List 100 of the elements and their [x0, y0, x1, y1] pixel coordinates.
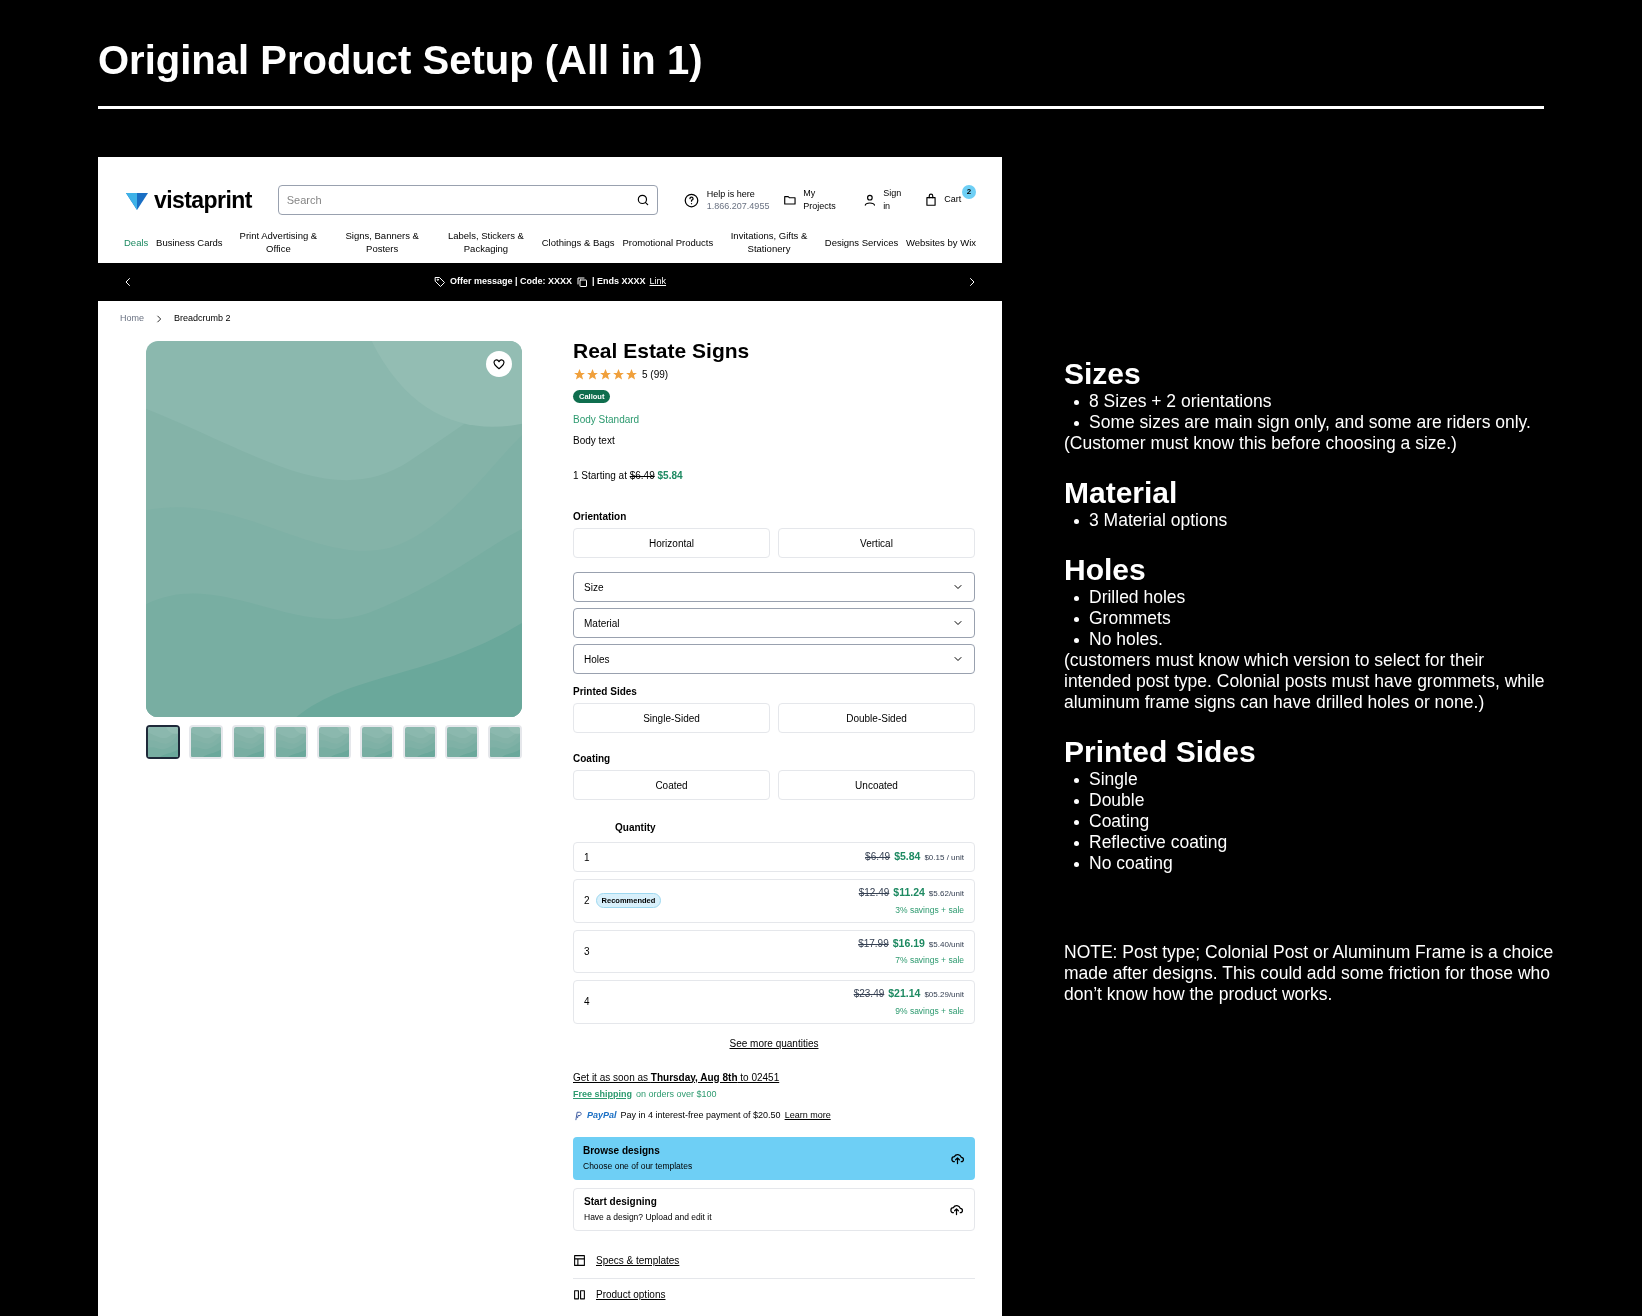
paypal-logo: PayPal [587, 1109, 617, 1122]
note-heading: Printed Sides [1064, 735, 1257, 769]
bullet-icon [1074, 617, 1079, 622]
quantity-number: 4 [584, 995, 590, 1010]
thumbnail[interactable] [146, 725, 180, 759]
paypal-icon [573, 1110, 583, 1121]
sale-price: $11.24 [893, 885, 925, 900]
tag-icon [433, 276, 446, 288]
option-button[interactable]: Coated [573, 770, 770, 800]
design-option-card[interactable]: Start designing Have a design? Upload and edit it [573, 1187, 975, 1231]
header-link[interactable]: Cart [924, 193, 962, 207]
logo-text[interactable]: vistaprint [154, 182, 252, 218]
quantity-row[interactable]: 1 $6.49 $5.84 $0.15 / unit [573, 842, 975, 872]
copy-icon[interactable] [576, 276, 588, 288]
offer-ends: | Ends XXXX [592, 275, 646, 289]
info-link[interactable]: Product options [596, 1286, 666, 1302]
original-price: $6.49 [865, 850, 891, 865]
unit-price: $0.15 / unit [924, 852, 964, 865]
nav-tab[interactable]: Signs, Banners & Posters [334, 229, 431, 255]
breadcrumb-link[interactable]: Home [120, 312, 144, 326]
card-title: Browse designs [583, 1144, 661, 1159]
quantity-row[interactable]: 4 $23.49 $21.14 $05.29/unit 9% savings + sale [573, 980, 975, 1024]
original-price: $12.49 [858, 886, 890, 900]
offer-link[interactable]: Link [649, 275, 667, 289]
nav-tab[interactable]: Invitations, Gifts & Stationery [721, 229, 817, 255]
bullet-text: Drilled holes [1089, 587, 1186, 608]
bullet-text: Reflective coating [1089, 832, 1228, 853]
design-option-card[interactable]: Browse designs Choose one of our templates [573, 1136, 975, 1180]
dropdown[interactable]: Material [573, 608, 975, 638]
option-button[interactable]: Horizontal [573, 528, 770, 558]
help-icon[interactable] [683, 192, 699, 208]
bullet-icon [1074, 841, 1079, 846]
starting-price: 1 Starting at $6.49 $5.84 [573, 469, 684, 483]
nav-tab[interactable]: Print Advertising & Office [230, 229, 327, 255]
nav-tab[interactable]: Clothings & Bags [541, 235, 615, 249]
shipping-text: on orders over $100 [636, 1087, 717, 1101]
quantity-number: 2 [584, 894, 590, 909]
note-heading: Holes [1064, 553, 1147, 587]
note-text: (customers must know which version to select for their intended post type. Colonial posts must have grommets, while aluminum frame signs can have drilled holes or none.) [1064, 650, 1546, 713]
quantity-number: 3 [584, 944, 590, 959]
option-button[interactable]: Uncoated [778, 770, 975, 800]
nav-tab[interactable]: Websites by Wix [905, 235, 976, 249]
offer-message: Offer message | Code: XXXX [449, 275, 572, 289]
bullet-text: No coating [1089, 853, 1173, 874]
note-text: (Customer must know this before choosing a size.) [1064, 433, 1458, 454]
option-button[interactable]: Double-Sided [778, 703, 975, 733]
bullet-text: Coating [1089, 811, 1150, 832]
rating-count: 5 (99) [642, 368, 669, 382]
unit-price: $05.29/unit [924, 989, 964, 1001]
option-button[interactable]: Single-Sided [573, 703, 770, 733]
search-field[interactable]: Search [277, 185, 658, 215]
note-heading: Material [1064, 476, 1179, 510]
cart-badge: 2 [962, 185, 976, 199]
person-icon [863, 193, 878, 207]
nav-tab[interactable]: Deals [124, 235, 149, 249]
bullet-icon [1074, 638, 1079, 643]
delivery-text[interactable]: Get it as soon as Thursday, Aug 8th to 02451 [573, 1069, 780, 1085]
bullet-text: 3 Material options [1089, 510, 1228, 531]
quantity-row[interactable]: 3 $17.99 $16.19 $5.40/unit 7% savings + sale [573, 929, 975, 973]
nav-tab[interactable]: Business Cards [156, 235, 223, 249]
bullet-icon [1074, 799, 1079, 804]
unit-price: $5.40/unit [928, 938, 964, 951]
option-label: Orientation [573, 510, 628, 524]
bullet-text: No holes. [1089, 629, 1163, 650]
bullet-text: Some sizes are main sign only, and some are riders only. [1089, 412, 1531, 433]
bullet-text: Grommets [1089, 608, 1171, 629]
see-more-link[interactable]: See more quantities [729, 1037, 819, 1049]
help-label: Help is here [706, 188, 756, 200]
dropdown[interactable]: Size [573, 572, 975, 602]
header-link[interactable]: Sign in [863, 186, 911, 214]
heart-icon [492, 357, 506, 371]
learn-more-link[interactable]: Learn more [784, 1109, 831, 1123]
bullet-icon [1074, 519, 1079, 524]
info-link[interactable]: Specs & templates [596, 1252, 680, 1268]
bullet-icon [1074, 820, 1079, 825]
free-shipping-link[interactable]: Free shipping [573, 1087, 632, 1101]
bullet-icon [1074, 596, 1079, 601]
option-label: Printed Sides [573, 685, 638, 699]
original-price: $23.49 [853, 987, 885, 1001]
nav-tab[interactable]: Promotional Products [622, 235, 714, 249]
board-title: Original Product Setup (All in 1) [98, 37, 704, 84]
bullet-text: 8 Sizes + 2 orientations [1089, 391, 1272, 412]
bullet-icon [1074, 862, 1079, 867]
dropdown[interactable]: Holes [573, 644, 975, 674]
savings-text: 7% savings + sale [895, 954, 964, 967]
savings-text: 9% savings + sale [895, 1004, 964, 1018]
breadcrumb-link[interactable]: Breadcrumb 2 [174, 312, 231, 326]
table-icon [573, 1253, 586, 1267]
option-button[interactable]: Vertical [778, 528, 975, 558]
bullet-icon [1074, 400, 1079, 405]
header-link[interactable]: My Projects [783, 186, 850, 214]
phone-number[interactable]: 1.866.207.4955 [706, 200, 770, 212]
search-icon[interactable] [635, 193, 650, 207]
nav-tab[interactable]: Designs Services [824, 235, 899, 249]
card-title: Start designing [584, 1195, 658, 1210]
sale-price: $5.84 [894, 849, 921, 865]
unit-price: $5.62/unit [928, 888, 964, 900]
nav-tab[interactable]: Labels, Stickers & Packaging [437, 229, 534, 255]
body-text: Body text [573, 434, 616, 448]
note-text: NOTE: Post type; Colonial Post or Aluminum Frame is a choice made after designs. This could add some friction for those who don’t know how the product works. [1064, 942, 1554, 1005]
